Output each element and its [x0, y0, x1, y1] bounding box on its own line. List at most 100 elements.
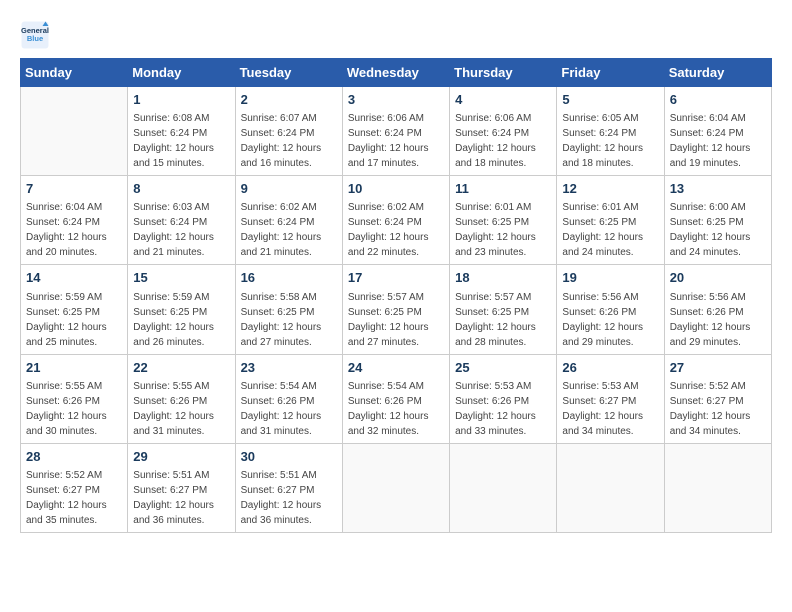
- calendar-cell: 4 Sunrise: 6:06 AMSunset: 6:24 PMDaylight…: [450, 87, 557, 176]
- day-info: Sunrise: 5:59 AMSunset: 6:25 PMDaylight:…: [26, 290, 122, 350]
- calendar-cell: 18 Sunrise: 5:57 AMSunset: 6:25 PMDayligh…: [450, 265, 557, 354]
- day-info: Sunrise: 5:54 AMSunset: 6:26 PMDaylight:…: [348, 379, 444, 439]
- calendar-cell: 19 Sunrise: 5:56 AMSunset: 6:26 PMDayligh…: [557, 265, 664, 354]
- calendar-cell: 3 Sunrise: 6:06 AMSunset: 6:24 PMDaylight…: [342, 87, 449, 176]
- day-info: Sunrise: 6:01 AMSunset: 6:25 PMDaylight:…: [562, 200, 658, 260]
- calendar-cell: 20 Sunrise: 5:56 AMSunset: 6:26 PMDayligh…: [664, 265, 771, 354]
- weekday-header: Friday: [557, 59, 664, 87]
- day-number: 10: [348, 180, 444, 198]
- calendar-cell: 23Sunrise: 5:54 AMSunset: 6:26 PMDayligh…: [235, 354, 342, 443]
- calendar-cell: 21 Sunrise: 5:55 AMSunset: 6:26 PMDayligh…: [21, 354, 128, 443]
- calendar-cell: [342, 443, 449, 532]
- day-number: 19: [562, 269, 658, 287]
- calendar-week-row: 21 Sunrise: 5:55 AMSunset: 6:26 PMDayligh…: [21, 354, 772, 443]
- calendar-week-row: 28 Sunrise: 5:52 AMSunset: 6:27 PMDayligh…: [21, 443, 772, 532]
- calendar-cell: 5 Sunrise: 6:05 AMSunset: 6:24 PMDaylight…: [557, 87, 664, 176]
- day-number: 18: [455, 269, 551, 287]
- day-number: 24: [348, 359, 444, 377]
- day-info: Sunrise: 5:52 AMSunset: 6:27 PMDaylight:…: [670, 379, 766, 439]
- day-info: Sunrise: 6:04 AMSunset: 6:24 PMDaylight:…: [670, 111, 766, 171]
- day-number: 14: [26, 269, 122, 287]
- weekday-header-row: SundayMondayTuesdayWednesdayThursdayFrid…: [21, 59, 772, 87]
- day-info: Sunrise: 5:58 AMSunset: 6:25 PMDaylight:…: [241, 290, 337, 350]
- day-info: Sunrise: 6:06 AMSunset: 6:24 PMDaylight:…: [348, 111, 444, 171]
- day-info: Sunrise: 5:59 AMSunset: 6:25 PMDaylight:…: [133, 290, 229, 350]
- day-info: Sunrise: 6:06 AMSunset: 6:24 PMDaylight:…: [455, 111, 551, 171]
- calendar-cell: 12 Sunrise: 6:01 AMSunset: 6:25 PMDayligh…: [557, 176, 664, 265]
- day-number: 22: [133, 359, 229, 377]
- calendar-cell: [664, 443, 771, 532]
- calendar-cell: 10Sunrise: 6:02 AMSunset: 6:24 PMDayligh…: [342, 176, 449, 265]
- day-info: Sunrise: 6:04 AMSunset: 6:24 PMDaylight:…: [26, 200, 122, 260]
- weekday-header: Monday: [128, 59, 235, 87]
- logo: General Blue: [20, 20, 50, 50]
- calendar-table: SundayMondayTuesdayWednesdayThursdayFrid…: [20, 58, 772, 533]
- day-info: Sunrise: 6:00 AMSunset: 6:25 PMDaylight:…: [670, 200, 766, 260]
- calendar-week-row: 7 Sunrise: 6:04 AMSunset: 6:24 PMDaylight…: [21, 176, 772, 265]
- day-number: 8: [133, 180, 229, 198]
- day-number: 15: [133, 269, 229, 287]
- calendar-cell: 27 Sunrise: 5:52 AMSunset: 6:27 PMDayligh…: [664, 354, 771, 443]
- calendar-cell: 9Sunrise: 6:02 AMSunset: 6:24 PMDaylight…: [235, 176, 342, 265]
- day-info: Sunrise: 5:52 AMSunset: 6:27 PMDaylight:…: [26, 468, 122, 528]
- day-number: 20: [670, 269, 766, 287]
- day-info: Sunrise: 6:01 AMSunset: 6:25 PMDaylight:…: [455, 200, 551, 260]
- calendar-cell: 2Sunrise: 6:07 AMSunset: 6:24 PMDaylight…: [235, 87, 342, 176]
- day-info: Sunrise: 6:08 AMSunset: 6:24 PMDaylight:…: [133, 111, 229, 171]
- day-info: Sunrise: 6:02 AMSunset: 6:24 PMDaylight:…: [241, 200, 337, 260]
- day-number: 26: [562, 359, 658, 377]
- weekday-header: Thursday: [450, 59, 557, 87]
- day-number: 30: [241, 448, 337, 466]
- day-info: Sunrise: 5:57 AMSunset: 6:25 PMDaylight:…: [348, 290, 444, 350]
- day-number: 17: [348, 269, 444, 287]
- weekday-header: Wednesday: [342, 59, 449, 87]
- day-info: Sunrise: 5:56 AMSunset: 6:26 PMDaylight:…: [670, 290, 766, 350]
- day-number: 21: [26, 359, 122, 377]
- day-info: Sunrise: 5:53 AMSunset: 6:26 PMDaylight:…: [455, 379, 551, 439]
- calendar-cell: 13 Sunrise: 6:00 AMSunset: 6:25 PMDayligh…: [664, 176, 771, 265]
- calendar-cell: 7 Sunrise: 6:04 AMSunset: 6:24 PMDaylight…: [21, 176, 128, 265]
- day-number: 12: [562, 180, 658, 198]
- day-number: 3: [348, 91, 444, 109]
- calendar-cell: 14 Sunrise: 5:59 AMSunset: 6:25 PMDayligh…: [21, 265, 128, 354]
- day-info: Sunrise: 5:55 AMSunset: 6:26 PMDaylight:…: [26, 379, 122, 439]
- day-number: 5: [562, 91, 658, 109]
- page-header: General Blue: [20, 20, 772, 50]
- calendar-cell: 29Sunrise: 5:51 AMSunset: 6:27 PMDayligh…: [128, 443, 235, 532]
- day-info: Sunrise: 5:56 AMSunset: 6:26 PMDaylight:…: [562, 290, 658, 350]
- calendar-cell: 22 Sunrise: 5:55 AMSunset: 6:26 PMDayligh…: [128, 354, 235, 443]
- svg-text:Blue: Blue: [27, 34, 43, 43]
- calendar-cell: [557, 443, 664, 532]
- day-number: 4: [455, 91, 551, 109]
- calendar-cell: 1 Sunrise: 6:08 AMSunset: 6:24 PMDaylight…: [128, 87, 235, 176]
- day-info: Sunrise: 5:57 AMSunset: 6:25 PMDaylight:…: [455, 290, 551, 350]
- calendar-cell: [21, 87, 128, 176]
- day-info: Sunrise: 6:03 AMSunset: 6:24 PMDaylight:…: [133, 200, 229, 260]
- day-number: 28: [26, 448, 122, 466]
- day-info: Sunrise: 5:51 AMSunset: 6:27 PMDaylight:…: [241, 468, 337, 528]
- calendar-cell: 17 Sunrise: 5:57 AMSunset: 6:25 PMDayligh…: [342, 265, 449, 354]
- calendar-cell: 24 Sunrise: 5:54 AMSunset: 6:26 PMDayligh…: [342, 354, 449, 443]
- calendar-cell: 30 Sunrise: 5:51 AMSunset: 6:27 PMDayligh…: [235, 443, 342, 532]
- day-number: 7: [26, 180, 122, 198]
- calendar-cell: 6 Sunrise: 6:04 AMSunset: 6:24 PMDaylight…: [664, 87, 771, 176]
- day-number: 27: [670, 359, 766, 377]
- day-info: Sunrise: 5:55 AMSunset: 6:26 PMDaylight:…: [133, 379, 229, 439]
- logo-icon: General Blue: [20, 20, 50, 50]
- calendar-cell: 11Sunrise: 6:01 AMSunset: 6:25 PMDayligh…: [450, 176, 557, 265]
- weekday-header: Tuesday: [235, 59, 342, 87]
- day-info: Sunrise: 6:05 AMSunset: 6:24 PMDaylight:…: [562, 111, 658, 171]
- day-number: 13: [670, 180, 766, 198]
- weekday-header: Sunday: [21, 59, 128, 87]
- weekday-header: Saturday: [664, 59, 771, 87]
- day-number: 6: [670, 91, 766, 109]
- calendar-cell: 16Sunrise: 5:58 AMSunset: 6:25 PMDayligh…: [235, 265, 342, 354]
- day-info: Sunrise: 6:07 AMSunset: 6:24 PMDaylight:…: [241, 111, 337, 171]
- calendar-week-row: 14 Sunrise: 5:59 AMSunset: 6:25 PMDayligh…: [21, 265, 772, 354]
- calendar-cell: 28 Sunrise: 5:52 AMSunset: 6:27 PMDayligh…: [21, 443, 128, 532]
- calendar-week-row: 1 Sunrise: 6:08 AMSunset: 6:24 PMDaylight…: [21, 87, 772, 176]
- day-number: 1: [133, 91, 229, 109]
- day-number: 23: [241, 359, 337, 377]
- calendar-cell: 8 Sunrise: 6:03 AMSunset: 6:24 PMDaylight…: [128, 176, 235, 265]
- day-number: 29: [133, 448, 229, 466]
